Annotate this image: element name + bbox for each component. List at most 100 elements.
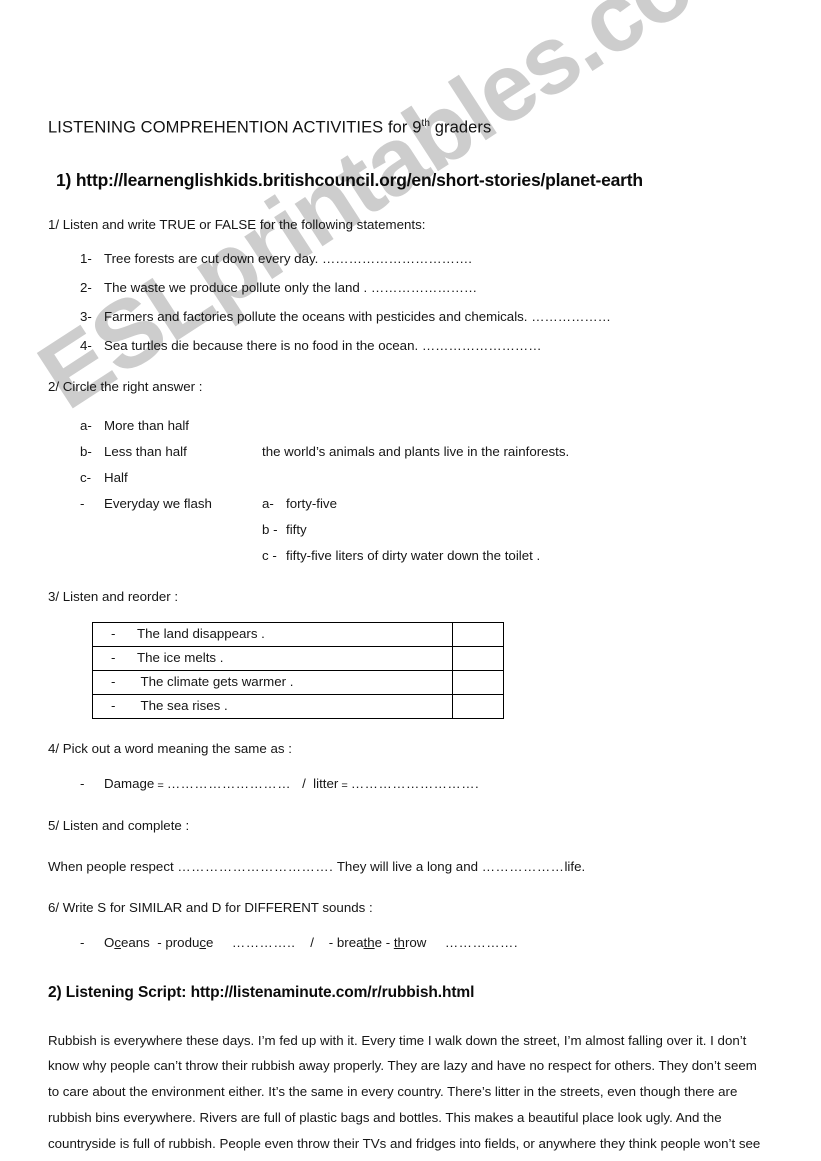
cell-dash: -	[111, 626, 116, 641]
equals-sign-2: =	[338, 779, 351, 792]
task4-line: Damage = ……………………… / litter = ……………………….	[104, 776, 479, 792]
list-item[interactable]: a-forty-five	[262, 496, 540, 511]
task4-answer-row: - Damage = ……………………… / litter = ………………………	[48, 756, 773, 792]
task6-word2b-pre: -	[382, 934, 394, 950]
cell-text: The ice melts .	[137, 650, 224, 665]
task6-word1b-pre: - produ	[153, 934, 200, 950]
list-item[interactable]: c- Half	[48, 459, 773, 485]
task2-choice-list: a- More than half b- Less than half the wor…	[48, 394, 773, 485]
cell-dash: -	[111, 698, 116, 713]
worksheet-content: LISTENING COMPREHENTION ACTIVITIES for 9…	[0, 0, 821, 1161]
equals-sign-1: =	[154, 779, 167, 792]
task5-part3: life.	[564, 858, 586, 874]
reorder-sentence-cell: - The ice melts .	[92, 645, 453, 671]
task6-word2b-post: row	[404, 934, 427, 950]
item-text: Sea turtles die because there is no food…	[104, 337, 542, 353]
item-marker: 3-	[80, 308, 92, 324]
reorder-answer-cell[interactable]	[452, 621, 504, 647]
task2-flash-options: a-forty-five b - fifty c - fifty-five lite…	[262, 496, 540, 563]
page-title-superscript: th	[421, 118, 431, 129]
item-marker: 1-	[80, 250, 92, 266]
item-text: Tree forests are cut down every day. …………	[104, 250, 472, 266]
table-row: - The climate gets warmer .	[92, 669, 504, 695]
task1-statement-list: 1- Tree forests are cut down every day. ……	[48, 232, 773, 353]
item-text: Farmers and factories pollute the oceans…	[104, 308, 611, 324]
list-item[interactable]: b - fifty	[262, 511, 540, 537]
table-row: - The ice melts .	[92, 645, 504, 671]
reorder-sentence-cell: - The land disappears .	[92, 621, 453, 647]
choice-label: Less than half	[104, 443, 187, 459]
task6-word1a-pre: O	[104, 934, 115, 950]
task2-label: 2/ Circle the right answer :	[48, 378, 203, 394]
section2-script-body: Rubbish is everywhere these days. I’m fe…	[48, 1032, 761, 1152]
cell-text: The land disappears .	[137, 626, 265, 641]
option-text: forty-five	[286, 495, 337, 511]
choice-tail: the world’s animals and plants live in t…	[262, 443, 570, 459]
list-item[interactable]: b- Less than half the world’s animals and …	[48, 433, 773, 459]
task5-label: 5/ Listen and complete :	[48, 817, 190, 833]
task6-word2a-underline: th	[363, 934, 375, 950]
item-text: The waste we produce pollute only the la…	[104, 279, 478, 295]
task6-blank-1[interactable]: …………..	[232, 935, 296, 950]
task5-part2: They will live a long and	[336, 858, 478, 874]
cell-text: The sea rises .	[137, 698, 228, 713]
option-text: fifty-five liters of dirty water down th…	[286, 547, 541, 563]
reorder-table: - The land disappears . - The ice melts . …	[92, 621, 504, 719]
section1-url-heading[interactable]: 1) http://learnenglishkids.britishcounci…	[48, 138, 773, 191]
choice-label: More than half	[104, 417, 190, 433]
choice-marker: a-	[80, 417, 92, 433]
option-marker: a-	[262, 495, 274, 511]
reorder-answer-cell[interactable]	[452, 669, 504, 695]
list-item: 3- Farmers and factories pollute the ocea…	[48, 295, 773, 324]
reorder-sentence-cell: - The climate gets warmer .	[92, 669, 453, 695]
page-title: LISTENING COMPREHENTION ACTIVITIES for 9…	[48, 0, 773, 138]
task4-word2: litter	[313, 775, 339, 791]
list-item[interactable]: c - fifty-five liters of dirty water down…	[262, 537, 540, 563]
task4-blank-1[interactable]: ………………………	[167, 776, 291, 791]
task4-word1: Damage	[104, 775, 155, 791]
choice-label: Half	[104, 469, 128, 485]
task6-separator: /	[310, 934, 314, 950]
task4-blank-2[interactable]: ……………………….	[351, 776, 479, 791]
item-marker: 2-	[80, 279, 92, 295]
task6-line: Oceans - produce ………….. / - breathe - th…	[104, 935, 518, 950]
choice-marker: c-	[80, 469, 92, 485]
page-title-suffix: graders	[430, 118, 492, 137]
cell-dash: -	[111, 674, 116, 689]
item-marker: 4-	[80, 337, 92, 353]
list-item: 2- The waste we produce pollute only the …	[48, 266, 773, 295]
flash-marker: -	[80, 495, 85, 511]
cell-text: The climate gets warmer .	[137, 674, 294, 689]
page-title-prefix: LISTENING COMPREHENTION ACTIVITIES for 9	[48, 118, 422, 137]
list-item: 4- Sea turtles die because there is no fo…	[48, 324, 773, 353]
task6-label: 6/ Write S for SIMILAR and D for DIFFERE…	[48, 899, 373, 915]
cell-dash: -	[111, 650, 116, 665]
task6-word1a-underline: c	[114, 934, 121, 950]
task5-blank-2[interactable]: ………………	[482, 859, 565, 874]
task5-part1: When people respect	[48, 858, 174, 874]
task6-word1a-post: eans	[121, 934, 150, 950]
option-marker: b -	[262, 521, 278, 537]
task6-marker: -	[80, 934, 85, 950]
task6-answer-row: - Oceans - produce ………….. / - breathe - …	[48, 915, 773, 950]
task6-word2a-pre: - brea	[328, 934, 364, 950]
list-item[interactable]: a- More than half	[48, 394, 773, 433]
table-row: - The land disappears .	[92, 621, 504, 647]
reorder-sentence-cell: - The sea rises .	[92, 693, 453, 719]
choice-marker: b-	[80, 443, 92, 459]
option-marker: c -	[262, 547, 277, 563]
list-item: 1- Tree forests are cut down every day. ……	[48, 232, 773, 266]
task2-flash-row: - Everyday we flash a-forty-five b - fift…	[48, 485, 773, 563]
task5-blank-1[interactable]: …………………………….	[177, 859, 333, 874]
task6-word1b-post: e	[206, 934, 214, 950]
task1-label: 1/ Listen and write TRUE or FALSE for th…	[48, 216, 426, 232]
flash-stem: Everyday we flash	[104, 495, 212, 511]
option-text: fifty	[286, 521, 307, 537]
task4-separator: /	[302, 775, 306, 791]
task5-sentence: When people respect ……………………………. They wi…	[48, 833, 773, 874]
table-row: - The sea rises .	[92, 693, 504, 719]
reorder-answer-cell[interactable]	[452, 693, 504, 719]
reorder-answer-cell[interactable]	[452, 645, 504, 671]
section2-script-heading[interactable]: 2) Listening Script: http://listenaminut…	[48, 950, 773, 1002]
task6-blank-2[interactable]: …………….	[445, 935, 518, 950]
